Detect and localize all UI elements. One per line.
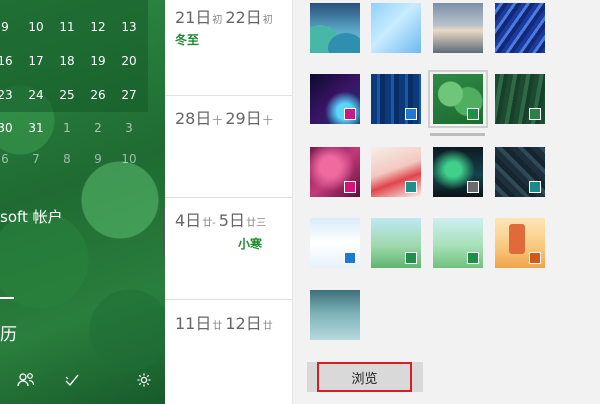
mini-calendar-day[interactable]: 18 [57, 54, 77, 68]
date-label: 4日 [175, 211, 202, 230]
mini-calendar-day[interactable]: 30 [0, 121, 15, 135]
background-thumbnail[interactable] [433, 3, 483, 53]
lunar-label: 初 [262, 15, 273, 26]
mini-calendar-row: 9 10 11 12 13 [0, 20, 165, 40]
background-thumbnail[interactable] [371, 147, 421, 197]
people-icon[interactable] [17, 372, 35, 388]
mini-calendar-day[interactable]: 10 [119, 152, 139, 166]
mini-calendar-day[interactable]: 7 [26, 152, 46, 166]
mini-calendar-day[interactable]: 9 [88, 152, 108, 166]
background-thumbnail[interactable] [371, 74, 421, 124]
lunar-label: 十 [212, 116, 223, 127]
background-thumbnail[interactable] [310, 147, 360, 197]
mini-calendar-day[interactable]: 3 [119, 121, 139, 135]
background-picker-panel [293, 0, 600, 404]
background-thumbnail[interactable] [433, 218, 483, 268]
mini-calendar-day[interactable]: 19 [88, 54, 108, 68]
calendar-week-row[interactable]: 11日廿 12日廿 [175, 310, 276, 334]
date-label: 11日 [175, 314, 212, 333]
date-label: 22日 [225, 8, 262, 27]
background-thumbnail[interactable] [495, 3, 545, 53]
mini-calendar-day[interactable]: 24 [26, 88, 46, 102]
mini-calendar-day[interactable]: 12 [88, 20, 108, 34]
mini-calendar-day[interactable]: 13 [119, 20, 139, 34]
date-label: 12日 [225, 314, 262, 333]
background-thumbnail[interactable] [371, 3, 421, 53]
divider-mark [0, 297, 14, 299]
selection-indicator [430, 133, 485, 136]
accent-color-swatch [344, 252, 356, 264]
settings-gear-icon[interactable] [136, 372, 152, 388]
mini-calendar-row: 23 24 25 26 27 [0, 88, 165, 108]
solar-term-label: 冬至 [175, 33, 200, 47]
background-thumbnail[interactable] [495, 147, 545, 197]
mini-calendar-day[interactable]: 1 [57, 121, 77, 135]
solar-term-label: 小寒 [238, 237, 263, 251]
mini-calendar-day[interactable]: 23 [0, 88, 15, 102]
calendar-app-label[interactable]: 历 [0, 320, 17, 345]
lunar-label: 廿 [262, 321, 273, 332]
background-thumbnail[interactable] [310, 218, 360, 268]
accent-color-swatch [344, 181, 356, 193]
lunar-label: 十 [262, 116, 273, 127]
mini-calendar-day[interactable]: 25 [57, 88, 77, 102]
mini-calendar-day[interactable]: 10 [26, 20, 46, 34]
browse-button-label: 浏览 [317, 362, 412, 392]
mini-calendar-day[interactable]: 16 [0, 54, 15, 68]
accent-color-swatch [405, 108, 417, 120]
lunar-label: 廿三 [245, 218, 266, 229]
mini-calendar-day[interactable]: 11 [57, 20, 77, 34]
row-divider [165, 299, 292, 300]
calendar-week-row[interactable]: 21日初 22日初 [175, 4, 276, 28]
lunar-label: 廿- [202, 218, 216, 229]
background-thumbnail[interactable] [310, 290, 360, 340]
mini-calendar-row: 30 31 1 2 3 [0, 121, 165, 141]
calendar-week-row[interactable]: 28日十 29日十 [175, 105, 276, 129]
row-divider [165, 95, 292, 96]
accent-color-swatch [529, 108, 541, 120]
background-thumbnail[interactable] [310, 3, 360, 53]
mini-calendar-day[interactable]: 8 [57, 152, 77, 166]
background-thumbnail[interactable] [371, 218, 421, 268]
mini-calendar: 9 10 11 12 13 16 17 18 19 20 23 24 25 26… [0, 0, 148, 112]
todo-check-icon[interactable] [64, 372, 80, 388]
accent-color-swatch [405, 181, 417, 193]
background-thumbnail[interactable] [495, 218, 545, 268]
date-label: 28日 [175, 109, 212, 128]
start-menu-left-panel: 9 10 11 12 13 16 17 18 19 20 23 24 25 26… [0, 0, 165, 404]
background-thumbnail[interactable] [495, 74, 545, 124]
lunar-label: 初 [212, 15, 223, 26]
mini-calendar-day[interactable]: 9 [0, 20, 15, 34]
date-label: 21日 [175, 8, 212, 27]
accent-color-swatch [467, 252, 479, 264]
accent-color-swatch [529, 181, 541, 193]
date-label: 29日 [225, 109, 262, 128]
date-label: 5日 [218, 211, 245, 230]
mini-calendar-day[interactable]: 31 [26, 121, 46, 135]
mini-calendar-day[interactable]: 20 [119, 54, 139, 68]
mini-calendar-day[interactable]: 17 [26, 54, 46, 68]
accent-color-swatch [529, 252, 541, 264]
mini-calendar-day[interactable]: 26 [88, 88, 108, 102]
mini-calendar-day[interactable]: 6 [0, 152, 15, 166]
accent-color-swatch [405, 252, 417, 264]
row-divider [165, 197, 292, 198]
background-thumbnail[interactable] [310, 74, 360, 124]
lunar-label: 廿 [212, 321, 223, 332]
selection-frame [428, 70, 488, 128]
background-thumbnail[interactable] [433, 147, 483, 197]
browse-button[interactable]: 浏览 [307, 362, 423, 392]
calendar-week-row[interactable]: 4日廿- 5日廿三 [175, 207, 269, 231]
mini-calendar-day[interactable]: 2 [88, 121, 108, 135]
accent-color-swatch [344, 108, 356, 120]
accent-color-swatch [467, 181, 479, 193]
mini-calendar-day[interactable]: 27 [119, 88, 139, 102]
microsoft-account-label[interactable]: soft 帐户 [0, 206, 63, 227]
calendar-month-column: 21日初 22日初 冬至 28日十 29日十 4日廿- 5日廿三 小寒 11日廿 12日… [165, 0, 293, 404]
mini-calendar-row: 16 17 18 19 20 [0, 54, 165, 74]
